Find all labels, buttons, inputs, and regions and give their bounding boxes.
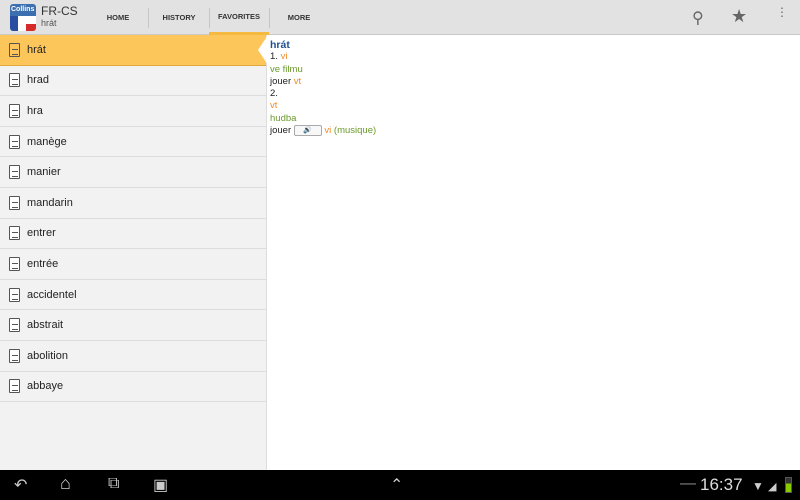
back-icon[interactable]: ↶ xyxy=(14,475,27,495)
recent-apps-icon[interactable]: ⧉ xyxy=(108,475,119,493)
list-item[interactable]: abolition xyxy=(0,341,266,372)
part-of-speech: vt xyxy=(293,75,302,87)
app-title: FR-CS xyxy=(41,4,78,18)
item-label: accidentel xyxy=(27,288,77,301)
item-label: manier xyxy=(27,166,61,179)
document-icon xyxy=(9,379,20,394)
document-icon xyxy=(9,165,20,180)
list-item[interactable]: entrer xyxy=(0,219,266,250)
search-icon[interactable]: ⚲ xyxy=(692,8,704,28)
document-icon xyxy=(9,348,20,363)
list-item[interactable]: manège xyxy=(0,127,266,158)
item-label: hrát xyxy=(27,43,46,56)
favorites-list: hrát hrad hra manège manier mandarin ent… xyxy=(0,35,267,470)
item-label: entrer xyxy=(27,227,56,240)
list-item[interactable]: abbaye xyxy=(0,372,266,403)
list-item[interactable]: mandarin xyxy=(0,188,266,219)
translation: jouer xyxy=(270,125,292,137)
list-item[interactable]: entrée xyxy=(0,249,266,280)
item-label: hra xyxy=(27,104,43,117)
item-label: entrée xyxy=(27,257,59,270)
list-item[interactable]: manier xyxy=(0,157,266,188)
home-icon[interactable]: ⌂ xyxy=(60,473,71,494)
wifi-icon: ▼ xyxy=(752,479,764,493)
item-label: abolition xyxy=(27,349,68,362)
overflow-menu-icon[interactable]: ⋮ xyxy=(776,6,788,18)
list-item[interactable]: abstrait xyxy=(0,310,266,341)
action-bar: Collins FR-CS hrát HOME HISTORY FAVORITE… xyxy=(0,0,800,35)
dictionary-entry: hrát 1. vi ve filmu jouer vt 2. vt hudba… xyxy=(270,39,376,137)
system-bar: ↶ ⌂ ⧉ ▣ ⌃ — 16:37 ▼ ◢ xyxy=(0,470,800,500)
document-icon xyxy=(9,42,20,57)
item-label: hrad xyxy=(27,74,50,87)
list-item[interactable]: accidentel xyxy=(0,280,266,311)
notification-icon: — xyxy=(680,475,696,492)
example: ve filmu xyxy=(270,63,303,75)
document-icon xyxy=(9,256,20,271)
star-icon[interactable]: ★ xyxy=(731,6,747,27)
translation: jouer xyxy=(270,75,292,87)
document-icon xyxy=(9,287,20,302)
document-icon xyxy=(9,318,20,333)
list-item[interactable]: hrad xyxy=(0,66,266,97)
document-icon xyxy=(9,134,20,149)
clock: 16:37 xyxy=(700,475,743,494)
item-label: manège xyxy=(27,135,67,148)
collins-logo: Collins xyxy=(10,4,36,31)
example: hudba xyxy=(270,112,297,124)
part-of-speech: vi xyxy=(280,51,288,63)
tab-favorites[interactable]: FAVORITES xyxy=(209,0,269,35)
speaker-icon[interactable]: 🔊 xyxy=(293,125,322,137)
list-item[interactable]: hra xyxy=(0,96,266,127)
document-icon xyxy=(9,226,20,241)
document-icon xyxy=(9,103,20,118)
battery-icon xyxy=(785,477,792,493)
headword: hrát xyxy=(270,39,290,51)
sense-number: 1. xyxy=(270,51,278,63)
list-item[interactable]: hrát xyxy=(0,35,266,66)
tab-home[interactable]: HOME xyxy=(90,0,146,35)
tab-history[interactable]: HISTORY xyxy=(150,0,208,35)
item-label: abstrait xyxy=(27,319,64,332)
app-subtitle: hrát xyxy=(41,18,57,28)
signal-icon: ◢ xyxy=(768,481,777,493)
sense-number: 2. xyxy=(270,88,278,100)
item-label: mandarin xyxy=(27,196,73,209)
document-icon xyxy=(9,73,20,88)
selection-pointer xyxy=(258,35,268,65)
part-of-speech: vt xyxy=(270,100,278,112)
usage-note: (musique) xyxy=(333,125,377,137)
item-label: abbaye xyxy=(27,380,64,393)
tab-more[interactable]: MORE xyxy=(270,0,328,35)
part-of-speech: vi xyxy=(324,125,332,137)
screenshot-icon[interactable]: ▣ xyxy=(153,475,168,495)
document-icon xyxy=(9,195,20,210)
chevron-up-icon[interactable]: ⌃ xyxy=(390,475,403,495)
